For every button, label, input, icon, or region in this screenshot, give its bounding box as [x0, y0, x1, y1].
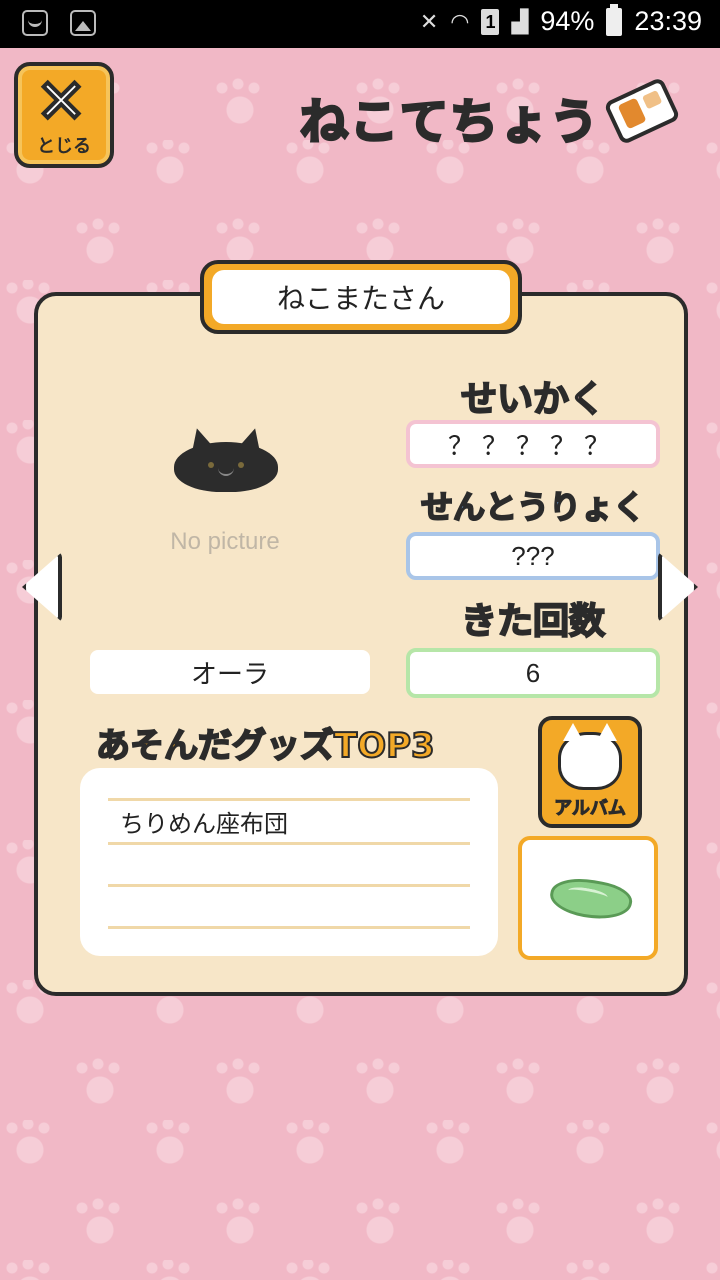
- power-heading: せんとうりょく: [420, 487, 646, 527]
- sim-icon: 1: [481, 8, 500, 35]
- signal-icon: ▟: [511, 8, 529, 34]
- close-label: とじる: [37, 136, 91, 157]
- clock: 23:39: [634, 6, 702, 36]
- white-cat-icon: [558, 723, 622, 790]
- cushion-icon: [547, 873, 635, 925]
- cat-eye-right: [238, 462, 244, 468]
- cat-name: ねこまたさん: [212, 270, 510, 324]
- wifi-icon: ◠: [450, 8, 470, 34]
- power-value: ???: [406, 532, 660, 580]
- mute-icon: ✕: [419, 8, 439, 34]
- page-title: ねこてちょう: [298, 93, 601, 152]
- cat-portrait: [174, 425, 278, 492]
- goods-divider: [108, 798, 470, 801]
- aura-badge: オーラ: [90, 650, 370, 694]
- personality-heading: せいかく: [460, 378, 606, 421]
- close-icon: ✕: [34, 67, 88, 137]
- album-button[interactable]: アルバム: [538, 716, 642, 828]
- status-bar: ✕ ◠ 1 ▟ 94% 23:39: [0, 0, 720, 48]
- battery-percent: 94%: [540, 6, 595, 36]
- cat-name-tab: ねこまたさん: [200, 260, 522, 334]
- cat-eye-left: [208, 462, 214, 468]
- goods-divider: [108, 884, 470, 887]
- notebook-icon: [603, 76, 681, 146]
- goods-heading: あそんだグッズTOP3: [95, 725, 436, 767]
- goods-item-1: ちりめん座布団: [120, 810, 288, 838]
- album-label: アルバム: [554, 798, 627, 820]
- goods-thumbnail[interactable]: [518, 836, 658, 960]
- battery-icon: [606, 3, 623, 36]
- close-button[interactable]: ✕ とじる: [14, 62, 114, 168]
- gallery-icon: [70, 10, 96, 36]
- goods-divider: [108, 842, 470, 845]
- goods-list: ちりめん座布団: [80, 768, 498, 956]
- visits-value: 6: [406, 648, 660, 698]
- no-picture-label: No picture: [170, 528, 280, 555]
- visits-heading: きた回数: [460, 600, 606, 643]
- notification-icon: [22, 10, 48, 36]
- personality-value: ？？？？？: [406, 420, 660, 468]
- goods-divider: [108, 926, 470, 929]
